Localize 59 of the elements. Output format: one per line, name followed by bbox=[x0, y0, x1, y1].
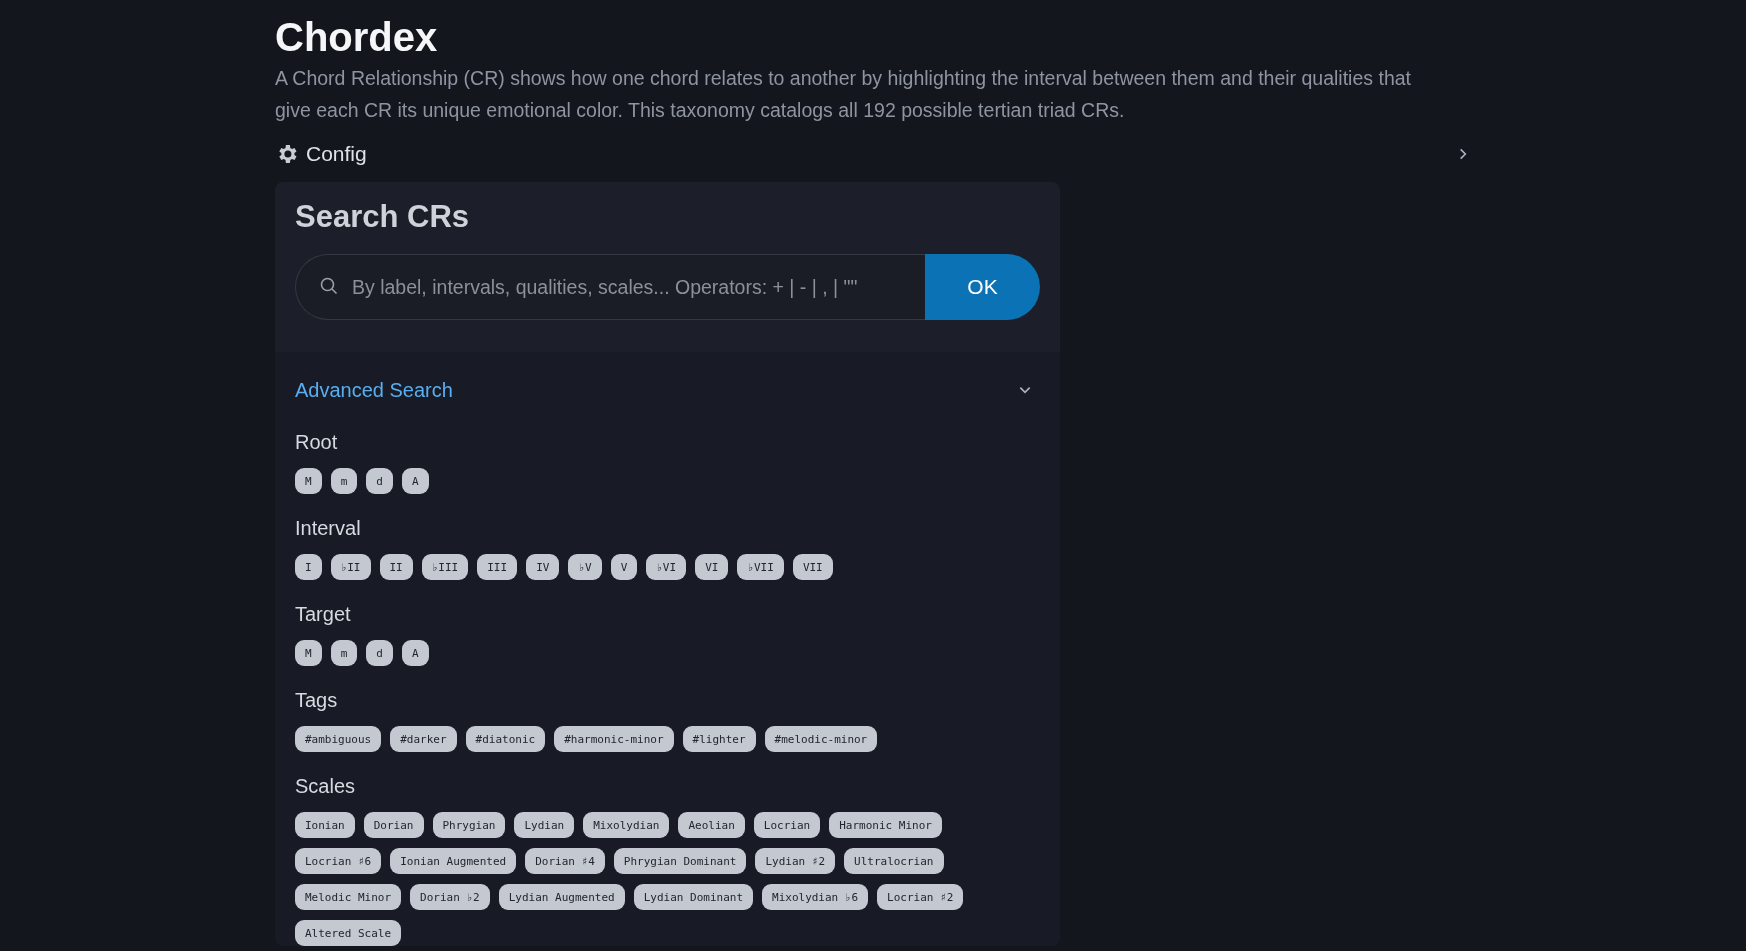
filter-chip[interactable]: Melodic Minor bbox=[295, 884, 402, 910]
filter-chip[interactable]: ♭VI bbox=[646, 554, 687, 580]
filter-chip[interactable]: M bbox=[295, 640, 322, 666]
filter-chip[interactable]: Locrian ♯6 bbox=[295, 848, 382, 874]
filter-chip[interactable]: Ionian bbox=[295, 812, 355, 838]
ok-button[interactable]: OK bbox=[925, 254, 1040, 320]
section-label: Root bbox=[295, 430, 339, 455]
filter-chip[interactable]: ♭II bbox=[330, 554, 371, 580]
filter-chip[interactable]: #diatonic bbox=[465, 726, 546, 752]
filter-chip[interactable]: #melodic-minor bbox=[764, 726, 878, 752]
filter-chip[interactable]: ♭VII bbox=[737, 554, 784, 580]
filter-chip[interactable]: #darker bbox=[390, 726, 457, 752]
filter-chip[interactable]: A bbox=[401, 640, 429, 666]
filter-chip[interactable]: I bbox=[295, 554, 322, 580]
filter-chip[interactable]: Altered Scale bbox=[295, 920, 402, 946]
filter-chip[interactable]: m bbox=[330, 640, 358, 666]
filter-chip[interactable]: Aeolian bbox=[678, 812, 745, 838]
advanced-search-toggle[interactable]: Advanced Search bbox=[295, 372, 1040, 408]
card-title: Search CRs bbox=[295, 198, 471, 236]
filter-chip[interactable]: d bbox=[366, 640, 393, 666]
filter-chip[interactable]: Locrian bbox=[753, 812, 821, 838]
filter-chip[interactable]: Mixolydian bbox=[583, 812, 670, 838]
filter-chip[interactable]: Dorian bbox=[363, 812, 424, 838]
filter-chip[interactable]: Ultralocrian bbox=[844, 848, 944, 874]
filter-chip[interactable]: #ambiguous bbox=[295, 726, 382, 752]
filter-chip[interactable]: Lydian bbox=[514, 812, 575, 838]
filter-chip[interactable]: IV bbox=[526, 554, 560, 580]
config-toggle[interactable]: Config bbox=[275, 136, 1470, 172]
filter-chip[interactable]: Phrygian bbox=[432, 812, 506, 838]
filter-chip[interactable]: A bbox=[401, 468, 429, 494]
filter-chip[interactable]: ♭III bbox=[421, 554, 469, 580]
description: A Chord Relationship (CR) shows how one chord relates to another by highlighting the interval between them and their qualities that give each CR its unique emotional color. This taxonomy catalogs all 192 possible tertian triad CRs. bbox=[275, 66, 1412, 123]
filter-chip[interactable]: Harmonic Minor bbox=[829, 812, 942, 838]
filter-chip[interactable]: II bbox=[379, 554, 413, 580]
filter-chip[interactable]: VII bbox=[792, 554, 833, 580]
filter-chip[interactable]: #lighter bbox=[682, 726, 756, 752]
filter-chip[interactable]: III bbox=[477, 554, 518, 580]
filter-chip[interactable]: #harmonic-minor bbox=[554, 726, 674, 752]
section-label: Target bbox=[295, 602, 352, 627]
filter-chip[interactable]: ♭V bbox=[568, 554, 602, 580]
filter-chip[interactable]: Locrian ♯2 bbox=[877, 884, 964, 910]
filter-chip[interactable]: Lydian Augmented bbox=[498, 884, 625, 910]
filter-chip[interactable]: Dorian ♯4 bbox=[525, 848, 605, 874]
filter-chip[interactable]: d bbox=[366, 468, 393, 494]
section-label: Tags bbox=[295, 688, 339, 713]
filter-chip[interactable]: m bbox=[330, 468, 358, 494]
section-label: Interval bbox=[295, 516, 362, 541]
search-field[interactable]: By label, intervals, qualities, scales... Operators: + | - | , | "" bbox=[295, 254, 925, 320]
filter-chip[interactable]: Lydian Dominant bbox=[633, 884, 753, 910]
page-title: Chordex bbox=[275, 14, 439, 61]
filter-chip[interactable]: Lydian ♯2 bbox=[755, 848, 835, 874]
section-label: Scales bbox=[295, 774, 357, 799]
filter-chip[interactable]: VI bbox=[695, 554, 729, 580]
filter-chip[interactable]: Phrygian Dominant bbox=[613, 848, 747, 874]
filter-chip[interactable]: M bbox=[295, 468, 322, 494]
filter-chip[interactable]: Dorian ♭2 bbox=[410, 884, 490, 910]
filter-chip[interactable]: Mixolydian ♭6 bbox=[762, 884, 869, 910]
filter-chip[interactable]: Ionian Augmented bbox=[390, 848, 517, 874]
filter-chip[interactable]: V bbox=[610, 554, 638, 580]
